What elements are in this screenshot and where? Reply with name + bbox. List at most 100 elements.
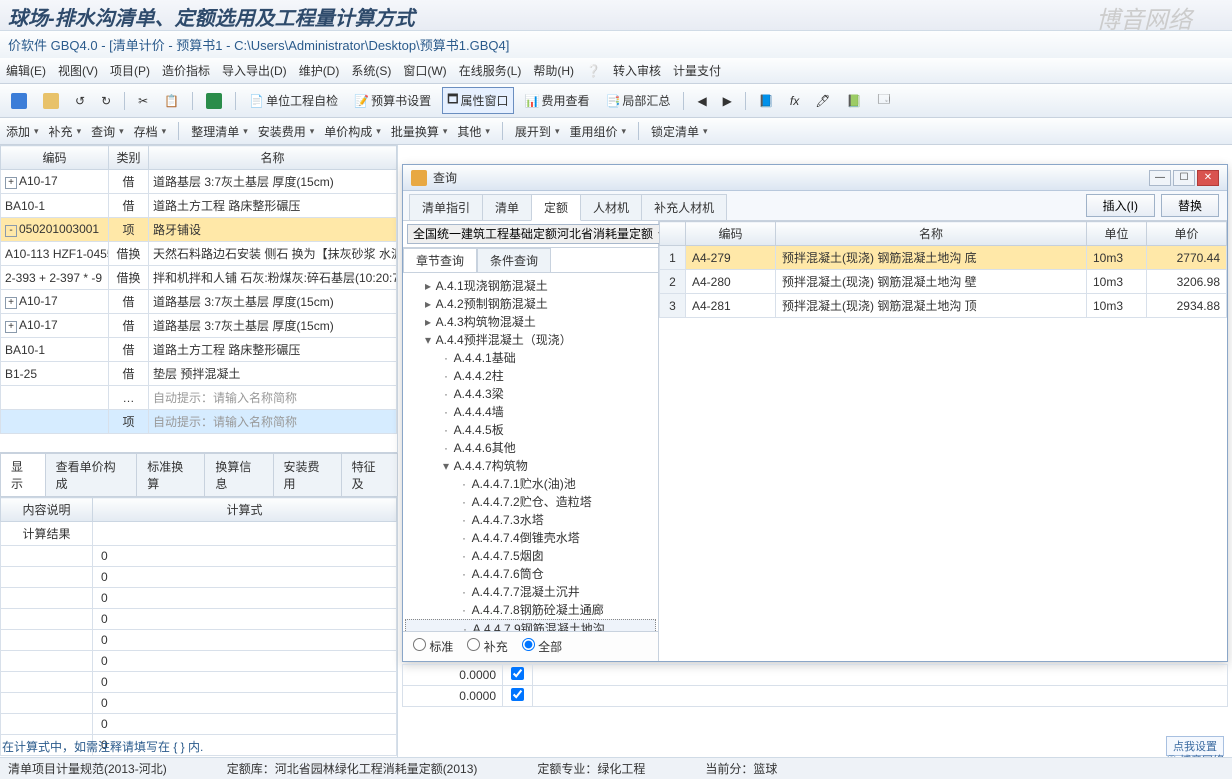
tree-node[interactable]: ▸ A.4.3构筑物混凝土 (405, 313, 656, 331)
cell-type[interactable]: 借 (109, 314, 149, 338)
cell-code[interactable]: BA10-1 (1, 338, 109, 362)
result-grid[interactable]: 编码名称单位单价 1A4-279预拌混凝土(现浇) 钢筋混凝土地沟 底10m32… (659, 221, 1227, 318)
cut-icon[interactable]: ✂ (133, 91, 153, 111)
tab-condition-query[interactable]: 条件查询 (477, 248, 551, 272)
cell-code[interactable] (1, 386, 109, 410)
menu-item[interactable]: 导入导出(D) (222, 62, 287, 79)
tree-node[interactable]: ▾ A.4.4预拌混凝土（现浇） (405, 331, 656, 349)
radio-supplement[interactable]: 补充 (467, 638, 507, 655)
tree-node[interactable]: ▸ A.4.2预制钢筋混凝土 (405, 295, 656, 313)
calc-grid[interactable]: 内容说明 计算式 计算结果 0000000000 (0, 497, 397, 756)
menu-item[interactable]: 视图(V) (58, 62, 98, 79)
cell-type[interactable]: 借 (109, 362, 149, 386)
cell-name[interactable]: 自动提示：请输入名称简称 (149, 386, 397, 410)
tree-node[interactable]: · A.4.4.7.3水塔 (405, 511, 656, 529)
calc-value[interactable]: 0 (93, 672, 397, 693)
cell-type[interactable]: 项 (109, 218, 149, 242)
cell-code[interactable]: +A10-17 (1, 290, 109, 314)
tool-icon[interactable]: ▶ (718, 91, 737, 111)
insert-button[interactable]: 插入(I) (1086, 194, 1155, 217)
tree-node[interactable]: · A.4.4.3梁 (405, 385, 656, 403)
tree-node[interactable]: · A.4.4.7.7混凝土沉井 (405, 583, 656, 601)
sub-toolbar-item[interactable]: 锁定清单 (651, 123, 708, 140)
calc-value[interactable]: 0 (93, 630, 397, 651)
sub-toolbar-item[interactable]: 单价构成 (324, 123, 381, 140)
open-icon[interactable] (38, 90, 64, 112)
tree-node[interactable]: ▸ A.4.1现浇钢筋混凝土 (405, 277, 656, 295)
mid-tabs[interactable]: 显示查看单价构成标准换算换算信息安装费用特征及 (0, 452, 397, 497)
row-checkbox[interactable] (511, 667, 524, 680)
property-window-button[interactable]: 🗖 属性窗口 (442, 87, 513, 114)
tree-node[interactable]: · A.4.4.2柱 (405, 367, 656, 385)
close-icon[interactable]: ✕ (1197, 170, 1219, 186)
tool-icon[interactable]: 🖊 (810, 91, 835, 111)
cell-type[interactable]: 借 (109, 170, 149, 194)
calc-value[interactable]: 0 (93, 588, 397, 609)
tool-icon[interactable]: 🗔 (872, 87, 895, 114)
cell-code[interactable]: +A10-17 (1, 314, 109, 338)
sub-toolbar-item[interactable]: 整理清单 (191, 123, 248, 140)
sub-toolbar-item[interactable]: 添加 (6, 123, 39, 140)
cell-name[interactable]: 天然石料路边石安装 侧石 换为【抹灰砂浆 水泥砂浆 1:3 中砂】 (149, 242, 397, 266)
tree-node[interactable]: · A.4.4.5板 (405, 421, 656, 439)
tool-icon[interactable]: 📗 (841, 91, 866, 111)
dialog-tab[interactable]: 补充人材机 (641, 194, 727, 220)
norm-select[interactable]: 全国统一建筑工程基础定额河北省消耗量定额 (407, 224, 672, 244)
excel-icon[interactable] (201, 90, 227, 112)
sub-toolbar-item[interactable]: 存档 (134, 123, 167, 140)
maximize-icon[interactable]: ☐ (1173, 170, 1195, 186)
save-icon[interactable] (6, 90, 32, 112)
cell-name[interactable]: 道路基层 3:7灰土基层 厚度(15cm) (149, 290, 397, 314)
undo-icon[interactable]: ↺ (70, 91, 90, 111)
row-checkbox[interactable] (511, 688, 524, 701)
radio-all[interactable]: 全部 (522, 638, 562, 655)
menu-item[interactable]: 系统(S) (351, 62, 391, 79)
tree-node[interactable]: · A.4.4.1基础 (405, 349, 656, 367)
cell-name[interactable]: 道路土方工程 路床整形碾压 (149, 194, 397, 218)
menu-item[interactable]: 编辑(E) (6, 62, 46, 79)
calc-value[interactable]: 0 (93, 609, 397, 630)
cell-type[interactable]: 借 (109, 338, 149, 362)
sub-toolbar-item[interactable]: 安装费用 (258, 123, 315, 140)
tab[interactable]: 换算信息 (204, 453, 273, 496)
replace-button[interactable]: 替换 (1161, 194, 1219, 217)
tab[interactable]: 显示 (0, 453, 46, 496)
tree-node[interactable]: · A.4.4.7.5烟囱 (405, 547, 656, 565)
menu-item[interactable]: 帮助(H) (533, 62, 574, 79)
tree-node[interactable]: · A.4.4.7.1贮水(油)池 (405, 475, 656, 493)
tree-node[interactable]: · A.4.4.7.6筒仓 (405, 565, 656, 583)
item-list-grid[interactable]: 编码 类别 名称 +A10-17借道路基层 3:7灰土基层 厚度(15cm)BA… (0, 145, 397, 434)
sub-toolbar-item[interactable]: 重用组价 (569, 123, 626, 140)
cell-name[interactable]: 道路基层 3:7灰土基层 厚度(15cm) (149, 314, 397, 338)
sub-toolbar-item[interactable]: 其他 (457, 123, 490, 140)
cell-code[interactable] (1, 410, 109, 434)
menu-item[interactable]: 计量支付 (673, 62, 721, 79)
cell-type[interactable]: 借换 (109, 266, 149, 290)
minimize-icon[interactable]: — (1149, 170, 1171, 186)
menu-item[interactable]: 造价指标 (162, 62, 210, 79)
table-row[interactable]: 3A4-281预拌混凝土(现浇) 钢筋混凝土地沟 顶10m32934.88 (660, 294, 1227, 318)
cell-name[interactable]: 自动提示：请输入名称简称 (149, 410, 397, 434)
menu-item[interactable]: 项目(P) (110, 62, 150, 79)
lower-grid[interactable]: 0.00000.0000 (402, 664, 1228, 707)
cell-type[interactable]: … (109, 386, 149, 410)
cell-code[interactable]: +A10-17 (1, 170, 109, 194)
inner-tabs[interactable]: 章节查询 条件查询 (403, 248, 658, 273)
copy-icon[interactable]: 📋 (159, 91, 184, 111)
dialog-tab[interactable]: 人材机 (580, 194, 642, 220)
dialog-tab[interactable]: 定额 (531, 194, 581, 221)
sub-toolbar-item[interactable]: 批量换算 (391, 123, 448, 140)
calc-value[interactable]: 0 (93, 714, 397, 735)
dialog-tab[interactable]: 清单指引 (409, 194, 483, 220)
cell-code[interactable]: 2-393 + 2-397 * -9 (1, 266, 109, 290)
menu-item[interactable]: 窗口(W) (403, 62, 446, 79)
fx-icon[interactable]: fx (785, 91, 804, 111)
cell-name[interactable]: 拌和机拌和人铺 石灰:粉煤灰:碎石基层(10:20:70) 厚15cm 光轮压路… (149, 266, 397, 290)
cell-type[interactable]: 项 (109, 410, 149, 434)
calc-value[interactable]: 0 (93, 546, 397, 567)
tree-node[interactable]: · A.4.4.4墙 (405, 403, 656, 421)
sub-toolbar-item[interactable]: 补充 (49, 123, 82, 140)
dialog-title-bar[interactable]: 查询 — ☐ ✕ (403, 165, 1227, 191)
table-row[interactable]: 1A4-279预拌混凝土(现浇) 钢筋混凝土地沟 底10m32770.44 (660, 246, 1227, 270)
cell-name[interactable]: 路牙铺设 (149, 218, 397, 242)
